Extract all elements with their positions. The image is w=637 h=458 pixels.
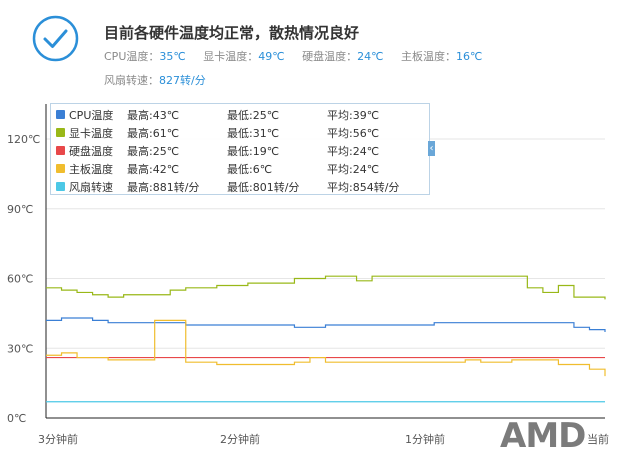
board-temp-label: 主板温度： — [400, 50, 456, 63]
y-tick-label: 60℃ — [7, 273, 33, 286]
legend-name: 显卡温度 — [69, 127, 113, 140]
legend-item-cpu[interactable]: CPU温度 最高:43℃ 最低:25℃ 平均:39℃ — [51, 105, 429, 123]
legend-avg: 平均:39℃ — [327, 109, 380, 122]
legend-item-board[interactable]: 主板温度 最高:42℃ 最低:6℃ 平均:24℃ — [51, 159, 429, 177]
gpu-temp-summary: 显卡温度：49℃ — [203, 50, 284, 63]
fan-speed-summary: 风扇转速：827转/分 — [104, 72, 206, 88]
legend-name: 风扇转速 — [69, 181, 113, 194]
amd-logo: AMD — [500, 416, 586, 456]
cpu-temp-label: CPU温度： — [104, 50, 160, 63]
legend-min: 最低:31℃ — [227, 127, 280, 140]
fan-speed-label: 风扇转速： — [104, 74, 159, 87]
legend-avg: 平均:854转/分 — [327, 181, 400, 194]
y-tick-label: 120℃ — [7, 133, 40, 146]
cpu-temp-summary: CPU温度：35℃ — [104, 50, 186, 63]
legend-max: 最高:25℃ — [127, 145, 180, 158]
legend-item-disk[interactable]: 硬盘温度 最高:25℃ 最低:19℃ 平均:24℃ — [51, 141, 429, 159]
board-temp-summary: 主板温度：16℃ — [401, 50, 482, 63]
legend-swatch — [56, 110, 65, 119]
board-temp-value: 16℃ — [455, 50, 483, 63]
x-tick-label: 3分钟前 — [38, 432, 78, 446]
legend-item-gpu[interactable]: 显卡温度 最高:61℃ 最低:31℃ 平均:56℃ — [51, 123, 429, 141]
legend-max: 最高:881转/分 — [127, 181, 200, 194]
disk-temp-summary: 硬盘温度：24℃ — [302, 50, 383, 63]
legend-swatch — [56, 128, 65, 137]
legend-max: 最高:61℃ — [127, 127, 180, 140]
legend-max: 最高:42℃ — [127, 163, 180, 176]
legend-collapse-button[interactable]: ‹ — [428, 141, 435, 156]
legend-max: 最高:43℃ — [127, 109, 180, 122]
check-circle-icon — [32, 15, 79, 62]
y-tick-label: 30℃ — [7, 342, 33, 355]
gpu-temp-label: 显卡温度： — [203, 50, 259, 63]
status-title: 目前各硬件温度均正常，散热情况良好 — [104, 24, 360, 42]
legend-min: 最低:801转/分 — [227, 181, 300, 194]
gpu-temp-value: 49℃ — [258, 50, 285, 63]
legend-min: 最低:19℃ — [227, 145, 280, 158]
legend-name: 硬盘温度 — [69, 145, 113, 158]
series-line — [46, 317, 606, 332]
disk-temp-label: 硬盘温度： — [302, 50, 358, 63]
legend-item-fan[interactable]: 风扇转速 最高:881转/分 最低:801转/分 平均:854转/分 — [51, 177, 429, 195]
temperature-chart: 0℃ 30℃ 60℃ 90℃ 120℃ 3分钟前 2分钟前 1分钟前 当前 — [7, 104, 609, 446]
fan-speed-value: 827转/分 — [159, 74, 206, 87]
y-tick-label: 90℃ — [7, 203, 33, 216]
legend-min: 最低:6℃ — [227, 163, 273, 176]
series-line — [46, 275, 606, 300]
y-tick-label: 0℃ — [7, 412, 26, 425]
disk-temp-value: 24℃ — [357, 50, 384, 63]
x-tick-label: 当前 — [587, 432, 609, 446]
legend-swatch — [56, 182, 65, 191]
x-tick-label: 2分钟前 — [220, 432, 260, 446]
legend-swatch — [56, 146, 65, 155]
legend-name: 主板温度 — [69, 163, 113, 176]
cpu-temp-value: 35℃ — [159, 50, 186, 63]
legend-avg: 平均:24℃ — [327, 145, 380, 158]
legend-min: 最低:25℃ — [227, 109, 280, 122]
x-tick-label: 1分钟前 — [405, 432, 445, 446]
legend-name: CPU温度 — [69, 109, 114, 122]
legend-avg: 平均:56℃ — [327, 127, 380, 140]
chart-legend: CPU温度 最高:43℃ 最低:25℃ 平均:39℃ 显卡温度 最高:61℃ 最… — [50, 103, 435, 195]
legend-swatch — [56, 164, 65, 173]
temperature-summary: CPU温度：35℃ 显卡温度：49℃ 硬盘温度：24℃ 主板温度：16℃ — [104, 48, 496, 64]
legend-avg: 平均:24℃ — [327, 163, 380, 176]
